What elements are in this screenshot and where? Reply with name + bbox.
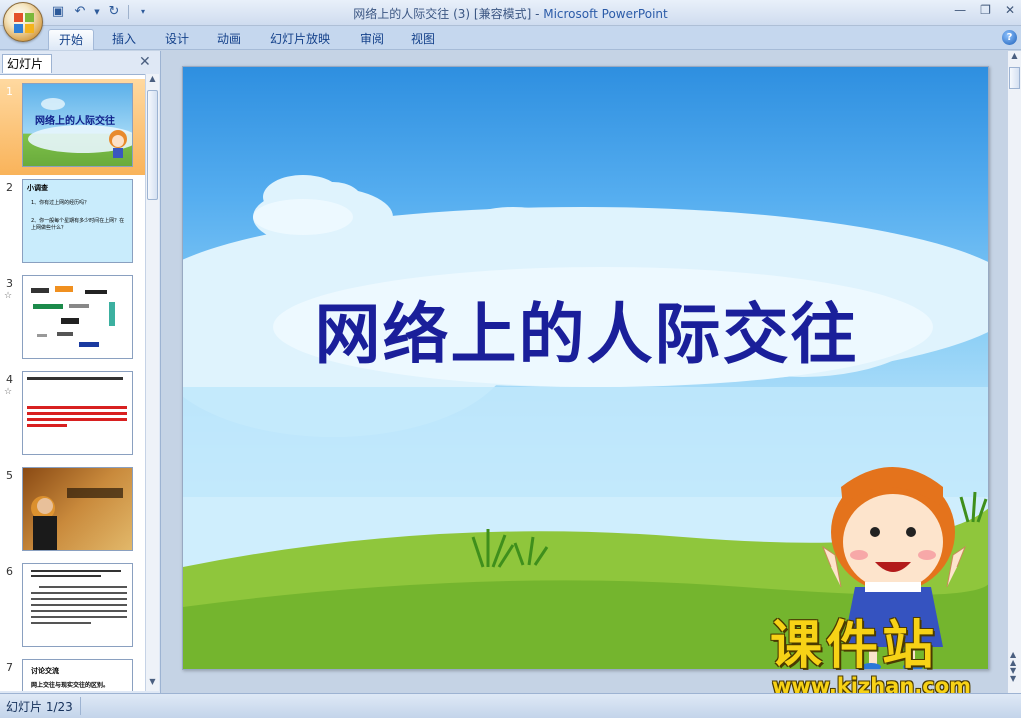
scroll-thumb[interactable] bbox=[1009, 67, 1020, 89]
thumbnail-text-lines bbox=[31, 570, 127, 624]
thumbnail-preview: 网络上的人际交往 bbox=[22, 83, 133, 167]
thumbnail-line: 网上交往与现实交往的区别。 bbox=[31, 682, 110, 689]
thumbnail-preview bbox=[22, 563, 133, 647]
thumbnail-heading: 讨论交流 bbox=[31, 667, 59, 675]
document-title: 网络上的人际交往 (3) [兼容模式] - bbox=[353, 7, 544, 21]
slides-pane-scrollbar[interactable]: ▲ ▼ bbox=[145, 74, 159, 691]
scroll-down-icon[interactable]: ▼ bbox=[146, 677, 159, 691]
tab-animations[interactable]: 动画 bbox=[207, 29, 251, 50]
slide-thumbnail-5[interactable]: 5 bbox=[0, 463, 145, 559]
office-logo-icon bbox=[14, 13, 34, 33]
close-icon[interactable]: ✕ bbox=[1005, 3, 1015, 17]
slide-thumbnail-6[interactable]: 6 bbox=[0, 559, 145, 655]
slide-indicator: 幻灯片 1/23 bbox=[6, 700, 73, 714]
slide-canvas[interactable]: 网络上的人际交往 bbox=[182, 66, 989, 670]
thumbnail-line: 1、你有过上网的经历吗？ bbox=[31, 200, 90, 206]
window-controls: — ❐ ✕ bbox=[954, 3, 1015, 17]
watermark-brand: 课件站 bbox=[770, 616, 939, 676]
thumbnail-line: 2、你一般每个星期有多少时间在上网？在上网做些什么？ bbox=[31, 218, 125, 231]
status-bar: 幻灯片 1/23 bbox=[0, 693, 1021, 718]
slide-scrollbar[interactable]: ▲ ▲ ▲ ▼ ▼ bbox=[1007, 51, 1021, 693]
restore-icon[interactable]: ❐ bbox=[980, 3, 991, 17]
office-button[interactable] bbox=[3, 2, 43, 42]
thumbnail-title: 网络上的人际交往 bbox=[35, 116, 115, 127]
slide-thumbnail-3[interactable]: 3 ☆ bbox=[0, 271, 145, 367]
slides-pane: 幻灯片 ✕ 1 网络上的人际交往 2 小调查 1、你有过上网的经历吗？ 2、你一… bbox=[0, 51, 161, 693]
slide-number: 4 bbox=[6, 373, 13, 386]
slide-nav-icon[interactable]: ▲ ▲ ▼ ▼ bbox=[1010, 651, 1016, 683]
slide-number: 2 bbox=[6, 181, 13, 194]
scroll-up-icon[interactable]: ▲ bbox=[146, 74, 159, 88]
thumbnail-wordart bbox=[31, 286, 115, 347]
scroll-up-icon[interactable]: ▲ bbox=[1008, 51, 1021, 65]
tab-home[interactable]: 开始 bbox=[48, 29, 95, 50]
tab-design[interactable]: 设计 bbox=[155, 29, 199, 50]
thumbnail-preview bbox=[22, 371, 133, 455]
tab-view[interactable]: 视图 bbox=[401, 29, 445, 50]
thumbnail-text-lines bbox=[27, 377, 127, 427]
slide-number: 7 bbox=[6, 661, 13, 674]
thumbnail-photo bbox=[31, 488, 123, 550]
slide-thumbnail-list: 1 网络上的人际交往 2 小调查 1、你有过上网的经历吗？ 2、你一般每个星期有… bbox=[0, 74, 145, 691]
slide-number: 6 bbox=[6, 565, 13, 578]
status-separator bbox=[80, 697, 81, 715]
slide-thumbnail-4[interactable]: 4 ☆ bbox=[0, 367, 145, 463]
tab-insert[interactable]: 插入 bbox=[102, 29, 146, 50]
slide-thumbnail-2[interactable]: 2 小调查 1、你有过上网的经历吗？ 2、你一般每个星期有多少时间在上网？在上网… bbox=[0, 175, 145, 271]
slides-pane-tab[interactable]: 幻灯片 bbox=[2, 54, 52, 73]
watermark: 课件站 www.kjzhan.com bbox=[770, 616, 1002, 698]
animation-icon: ☆ bbox=[4, 387, 13, 397]
thumbnail-preview: 讨论交流 网上交往与现实交往的区别。 bbox=[22, 659, 133, 691]
app-name: Microsoft PowerPoint bbox=[543, 7, 668, 21]
help-icon[interactable]: ? bbox=[1002, 30, 1017, 45]
slide-thumbnail-7[interactable]: 7 讨论交流 网上交往与现实交往的区别。 bbox=[0, 655, 145, 691]
thumbnail-preview: 小调查 1、你有过上网的经历吗？ 2、你一般每个星期有多少时间在上网？在上网做些… bbox=[22, 179, 133, 263]
thumbnail-preview bbox=[22, 467, 133, 551]
ribbon-tabs: 开始 插入 设计 动画 幻灯片放映 审阅 视图 ? bbox=[0, 26, 1021, 50]
tab-slideshow[interactable]: 幻灯片放映 bbox=[260, 29, 340, 50]
title-bar: ▣ ↶ ▼ ↻ ▾ 网络上的人际交往 (3) [兼容模式] - Microsof… bbox=[0, 0, 1021, 26]
thumbnail-heading: 小调查 bbox=[27, 184, 48, 192]
animation-icon: ☆ bbox=[4, 291, 13, 301]
slide-number: 3 bbox=[6, 277, 13, 290]
slide-number: 1 bbox=[6, 85, 13, 98]
tab-review[interactable]: 审阅 bbox=[350, 29, 394, 50]
slide-title[interactable]: 网络上的人际交往 bbox=[183, 281, 988, 377]
scroll-thumb[interactable] bbox=[147, 90, 158, 200]
window-title: 网络上的人际交往 (3) [兼容模式] - Microsoft PowerPoi… bbox=[0, 5, 1021, 22]
slide-number: 5 bbox=[6, 469, 13, 482]
slide-thumbnail-1[interactable]: 1 网络上的人际交往 bbox=[0, 79, 145, 175]
minimize-icon[interactable]: — bbox=[954, 3, 966, 17]
close-pane-icon[interactable]: ✕ bbox=[139, 54, 151, 70]
thumbnail-preview bbox=[22, 275, 133, 359]
